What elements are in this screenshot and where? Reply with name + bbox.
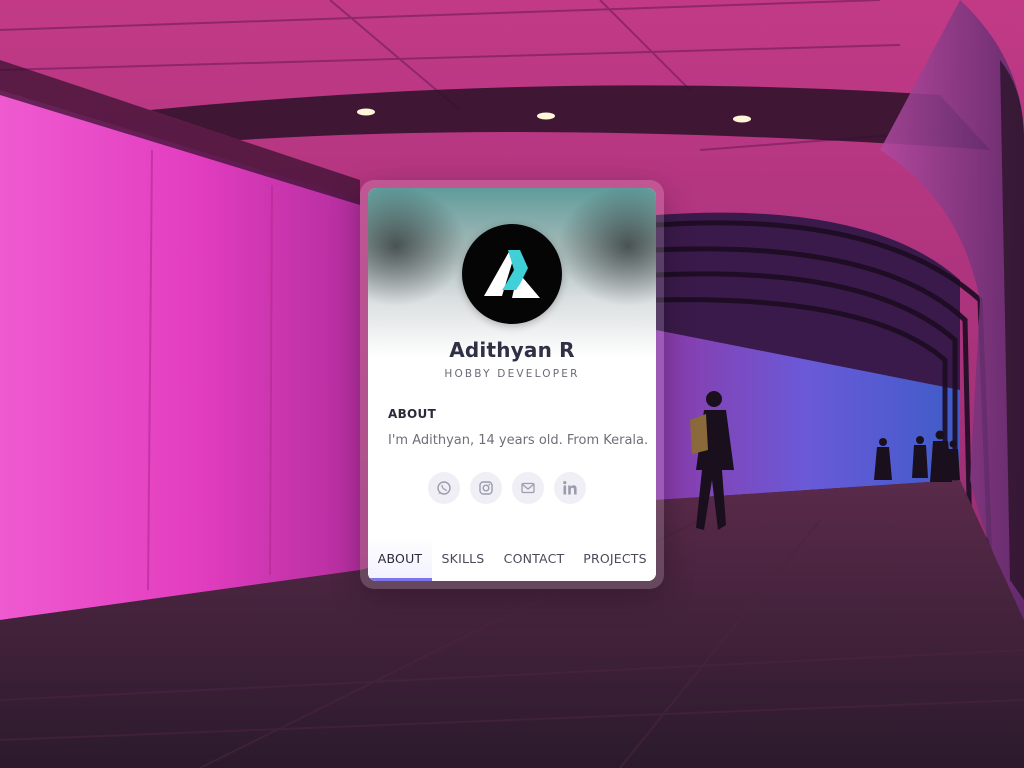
tab-bar: ABOUT SKILLS CONTACT PROJECTS	[368, 536, 656, 581]
section-title: ABOUT	[388, 407, 437, 421]
tab-projects[interactable]: PROJECTS	[574, 536, 656, 581]
linkedin-icon	[563, 481, 577, 495]
profile-role: HOBBY DEVELOPER	[444, 368, 580, 380]
instagram-icon	[479, 481, 493, 495]
whatsapp-icon	[437, 481, 451, 495]
tab-skills[interactable]: SKILLS	[432, 536, 494, 581]
tab-about[interactable]: ABOUT	[368, 536, 432, 581]
linkedin-button[interactable]	[554, 472, 586, 504]
instagram-button[interactable]	[470, 472, 502, 504]
mail-button[interactable]	[512, 472, 544, 504]
whatsapp-button[interactable]	[428, 472, 460, 504]
mail-icon	[521, 482, 535, 494]
profile-name: Adithyan R	[449, 338, 575, 362]
avatar	[462, 224, 562, 324]
profile-card: Adithyan R HOBBY DEVELOPER ABOUT I'm Adi…	[368, 188, 656, 581]
social-links	[428, 472, 586, 504]
tab-contact[interactable]: CONTACT	[494, 536, 574, 581]
logo-icon	[484, 250, 540, 298]
section-text: I'm Adithyan, 14 years old. From Kerala.	[388, 433, 649, 448]
